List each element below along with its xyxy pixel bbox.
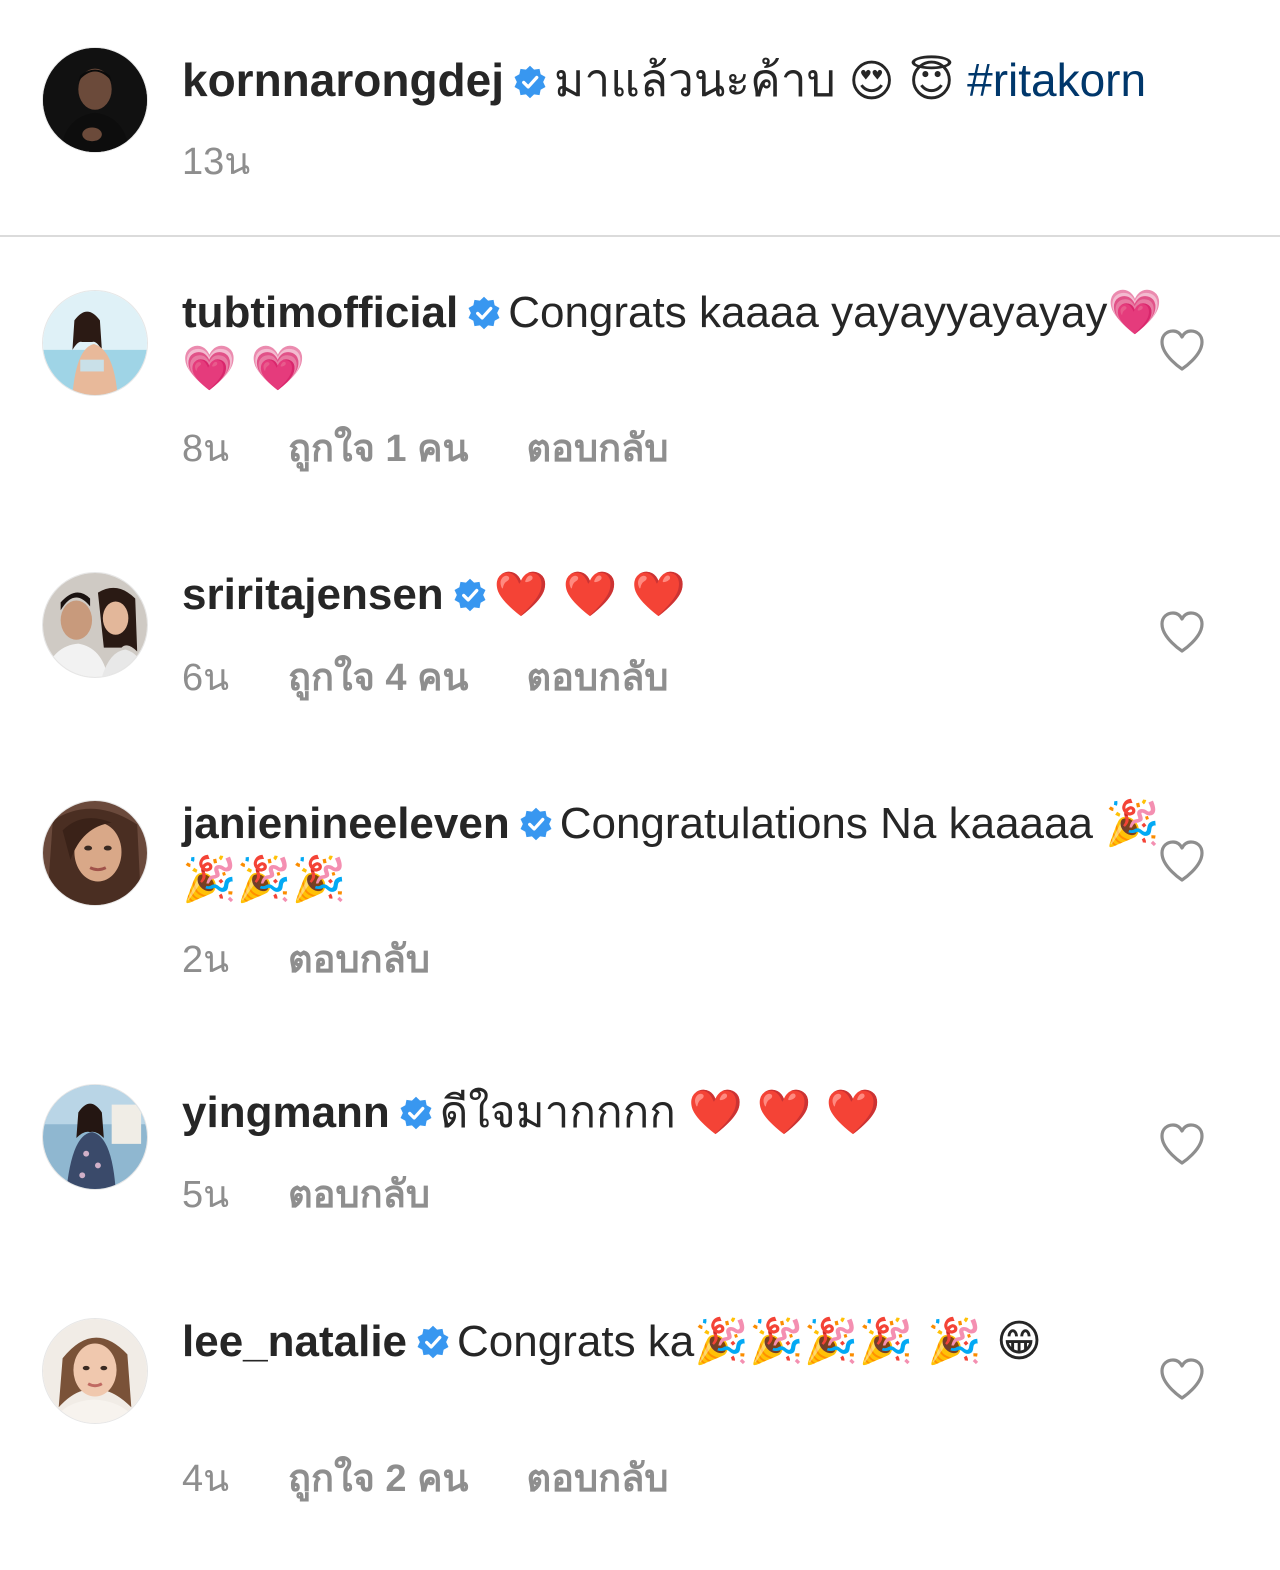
reply-button[interactable]: ตอบกลับ — [526, 656, 668, 700]
hashtag-link[interactable]: #ritakorn — [967, 54, 1146, 106]
comment-3: janienineeleven Congratulations Na kaaaaa… — [182, 796, 1182, 908]
avatar-image — [43, 573, 147, 677]
comment-text: Congrats ka — [457, 1317, 695, 1366]
comment-time: 5น — [182, 1174, 230, 1216]
verified-badge-icon — [398, 1095, 434, 1131]
comment-meta: 8น ถูกใจ 1 คน ตอบกลับ — [182, 427, 669, 471]
comment-username[interactable]: tubtimofficial — [182, 288, 458, 337]
comment-text: Congrats kaaaa yayayyayayay — [508, 288, 1108, 337]
post-time: 13น — [182, 141, 251, 183]
comment-username[interactable]: lee_natalie — [182, 1317, 407, 1366]
post-meta: 13น — [182, 140, 272, 184]
heart-outline-icon[interactable] — [1158, 1357, 1206, 1401]
comment-time: 6น — [182, 657, 230, 699]
avatar-kornnarongdej[interactable] — [42, 47, 148, 153]
likes-count-button[interactable]: ถูกใจ 4 คน — [288, 656, 468, 700]
verified-badge-icon — [415, 1324, 451, 1360]
heart-outline-icon[interactable] — [1158, 328, 1206, 372]
reply-button[interactable]: ตอบกลับ — [288, 1173, 430, 1217]
heart-outline-icon[interactable] — [1158, 1122, 1206, 1166]
comment-meta: 5น ตอบกลับ — [182, 1173, 430, 1217]
caption-text: มาแล้วนะค้าบ — [554, 54, 836, 106]
verified-badge-icon — [512, 64, 548, 100]
likes-count-button[interactable]: ถูกใจ 2 คน — [288, 1457, 468, 1501]
comment-text: Congratulations Na kaaaaa — [559, 799, 1093, 848]
reply-button[interactable]: ตอบกลับ — [526, 427, 668, 471]
heart-outline-icon[interactable] — [1158, 610, 1206, 654]
comment-time: 8น — [182, 428, 230, 470]
comment-4: yingmann ดีใจมากกกก ❤️ ❤️ ❤️ — [182, 1085, 1182, 1141]
comment-time: 4น — [182, 1458, 230, 1500]
avatar-janienineeleven[interactable] — [42, 800, 148, 906]
comment-time: 2น — [182, 939, 230, 981]
comment-emoji: ❤️ ❤️ ❤️ — [688, 1087, 881, 1138]
post-username[interactable]: kornnarongdej — [182, 54, 504, 106]
avatar-image — [43, 291, 147, 395]
avatar-image — [43, 801, 147, 905]
comments-screen: kornnarongdej มาแล้วนะค้าบ 😍 😇 #ritakorn … — [0, 0, 1280, 1570]
avatar-yingmann[interactable] — [42, 1084, 148, 1190]
divider — [0, 235, 1280, 237]
avatar-tubtimofficial[interactable] — [42, 290, 148, 396]
avatar-image — [43, 1085, 147, 1189]
comment-emoji: 🎉🎉🎉🎉 🎉 😁 — [694, 1316, 1043, 1367]
avatar-image — [43, 1319, 147, 1423]
verified-badge-icon — [452, 577, 488, 613]
comment-meta: 4น ถูกใจ 2 คน ตอบกลับ — [182, 1457, 669, 1501]
verified-badge-icon — [466, 295, 502, 331]
comment-username[interactable]: janienineeleven — [182, 799, 510, 848]
comment-meta: 2น ตอบกลับ — [182, 938, 430, 982]
comment-meta: 6น ถูกใจ 4 คน ตอบกลับ — [182, 656, 669, 700]
avatar-image — [43, 48, 147, 152]
comment-username[interactable]: sriritajensen — [182, 570, 444, 619]
comment-5: lee_natalie Congrats ka🎉🎉🎉🎉 🎉 😁 — [182, 1314, 1182, 1370]
comment-2: sriritajensen ❤️ ❤️ ❤️ — [182, 567, 1182, 623]
avatar-sriritajensen[interactable] — [42, 572, 148, 678]
likes-count-button[interactable]: ถูกใจ 1 คน — [288, 427, 468, 471]
reply-button[interactable]: ตอบกลับ — [526, 1457, 668, 1501]
verified-badge-icon — [518, 806, 554, 842]
comment-text: ดีใจมากกกก — [439, 1088, 676, 1137]
post-caption: kornnarongdej มาแล้วนะค้าบ 😍 😇 #ritakorn — [182, 52, 1182, 110]
heart-outline-icon[interactable] — [1158, 839, 1206, 883]
comment-emoji: ❤️ ❤️ ❤️ — [493, 569, 687, 620]
avatar-lee_natalie[interactable] — [42, 1318, 148, 1424]
comment-1: tubtimofficial Congrats kaaaa yayayyayaya… — [182, 285, 1182, 397]
comment-username[interactable]: yingmann — [182, 1088, 390, 1137]
reply-button[interactable]: ตอบกลับ — [288, 938, 430, 982]
caption-emoji: 😍 😇 — [848, 56, 955, 107]
